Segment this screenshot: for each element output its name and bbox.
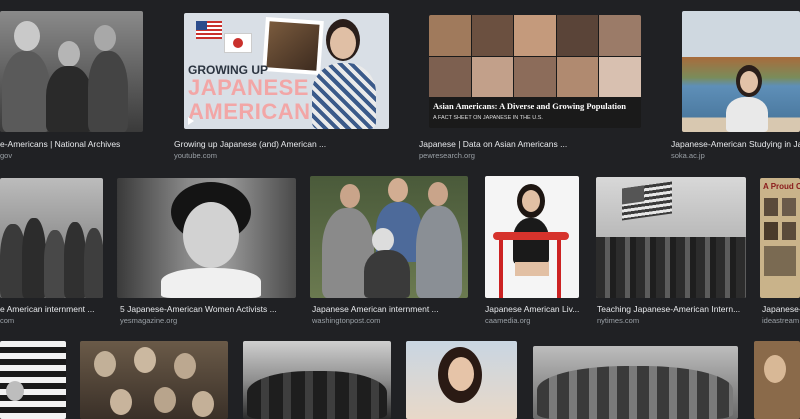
result-source-7: washingtonpost.com [312, 316, 381, 325]
result-image-4[interactable] [682, 11, 800, 132]
result-source-1: gov [0, 151, 13, 160]
result-image-16[interactable] [754, 341, 800, 419]
result-image-1[interactable] [0, 11, 143, 132]
result-source-3: pewresearch.org [419, 151, 475, 160]
result-image-2[interactable]: GROWING UP JAPANESE AMERICAN [184, 13, 389, 129]
result-title-10[interactable]: Japanese- [762, 304, 800, 315]
result-source-9: nytimes.com [597, 316, 640, 325]
banner-bottom-text: AMERICAN [188, 99, 311, 124]
result-source-4: soka.ac.jp [671, 151, 705, 160]
result-title-3[interactable]: Japanese | Data on Asian Americans ... [419, 139, 639, 150]
result-image-7[interactable] [310, 176, 468, 298]
result-source-5: com [0, 316, 15, 325]
result-title-5[interactable]: e American internment ... [0, 304, 108, 315]
result-title-7[interactable]: Japanese American internment ... [312, 304, 472, 315]
result-image-13[interactable] [243, 341, 391, 419]
result-image-11[interactable] [0, 341, 66, 419]
result-source-2: youtube.com [174, 151, 217, 160]
flag-us-icon [622, 181, 672, 221]
portrait-grid [429, 15, 641, 97]
result-image-8[interactable] [485, 176, 579, 298]
result-title-4[interactable]: Japanese-American Studying in Ja [671, 139, 800, 150]
result-image-12[interactable] [80, 341, 228, 419]
fact-sheet-title: Asian Americans: A Diverse and Growing P… [433, 101, 626, 111]
result-source-6: yesmagazine.org [120, 316, 178, 325]
fact-sheet-subtitle: A FACT SHEET ON JAPANESE IN THE U.S. [433, 115, 543, 121]
play-icon[interactable] [188, 117, 194, 125]
result-image-3[interactable]: Asian Americans: A Diverse and Growing P… [429, 15, 641, 128]
result-image-15[interactable] [533, 346, 738, 419]
result-source-10: ideastream [762, 316, 800, 325]
result-image-9[interactable] [596, 177, 746, 298]
banner-main-text: JAPANESE [188, 75, 309, 100]
flag-japan-icon [224, 33, 252, 53]
exhibit-title: A Proud Ch [763, 182, 800, 191]
result-image-5[interactable] [0, 178, 103, 298]
result-title-2[interactable]: Growing up Japanese (and) American ... [174, 139, 394, 150]
result-title-6[interactable]: 5 Japanese-American Women Activists ... [120, 304, 305, 315]
result-title-9[interactable]: Teaching Japanese-American Intern... [597, 304, 747, 315]
result-title-1[interactable]: e-Americans | National Archives [0, 139, 150, 150]
result-image-10[interactable]: A Proud Ch [760, 178, 800, 298]
flag-us-icon [196, 21, 222, 39]
result-image-14[interactable] [406, 341, 517, 419]
result-image-6[interactable] [117, 178, 296, 298]
result-source-8: caamedia.org [485, 316, 531, 325]
photo-thumbnail [262, 17, 324, 75]
result-title-8[interactable]: Japanese American Liv... [485, 304, 585, 315]
